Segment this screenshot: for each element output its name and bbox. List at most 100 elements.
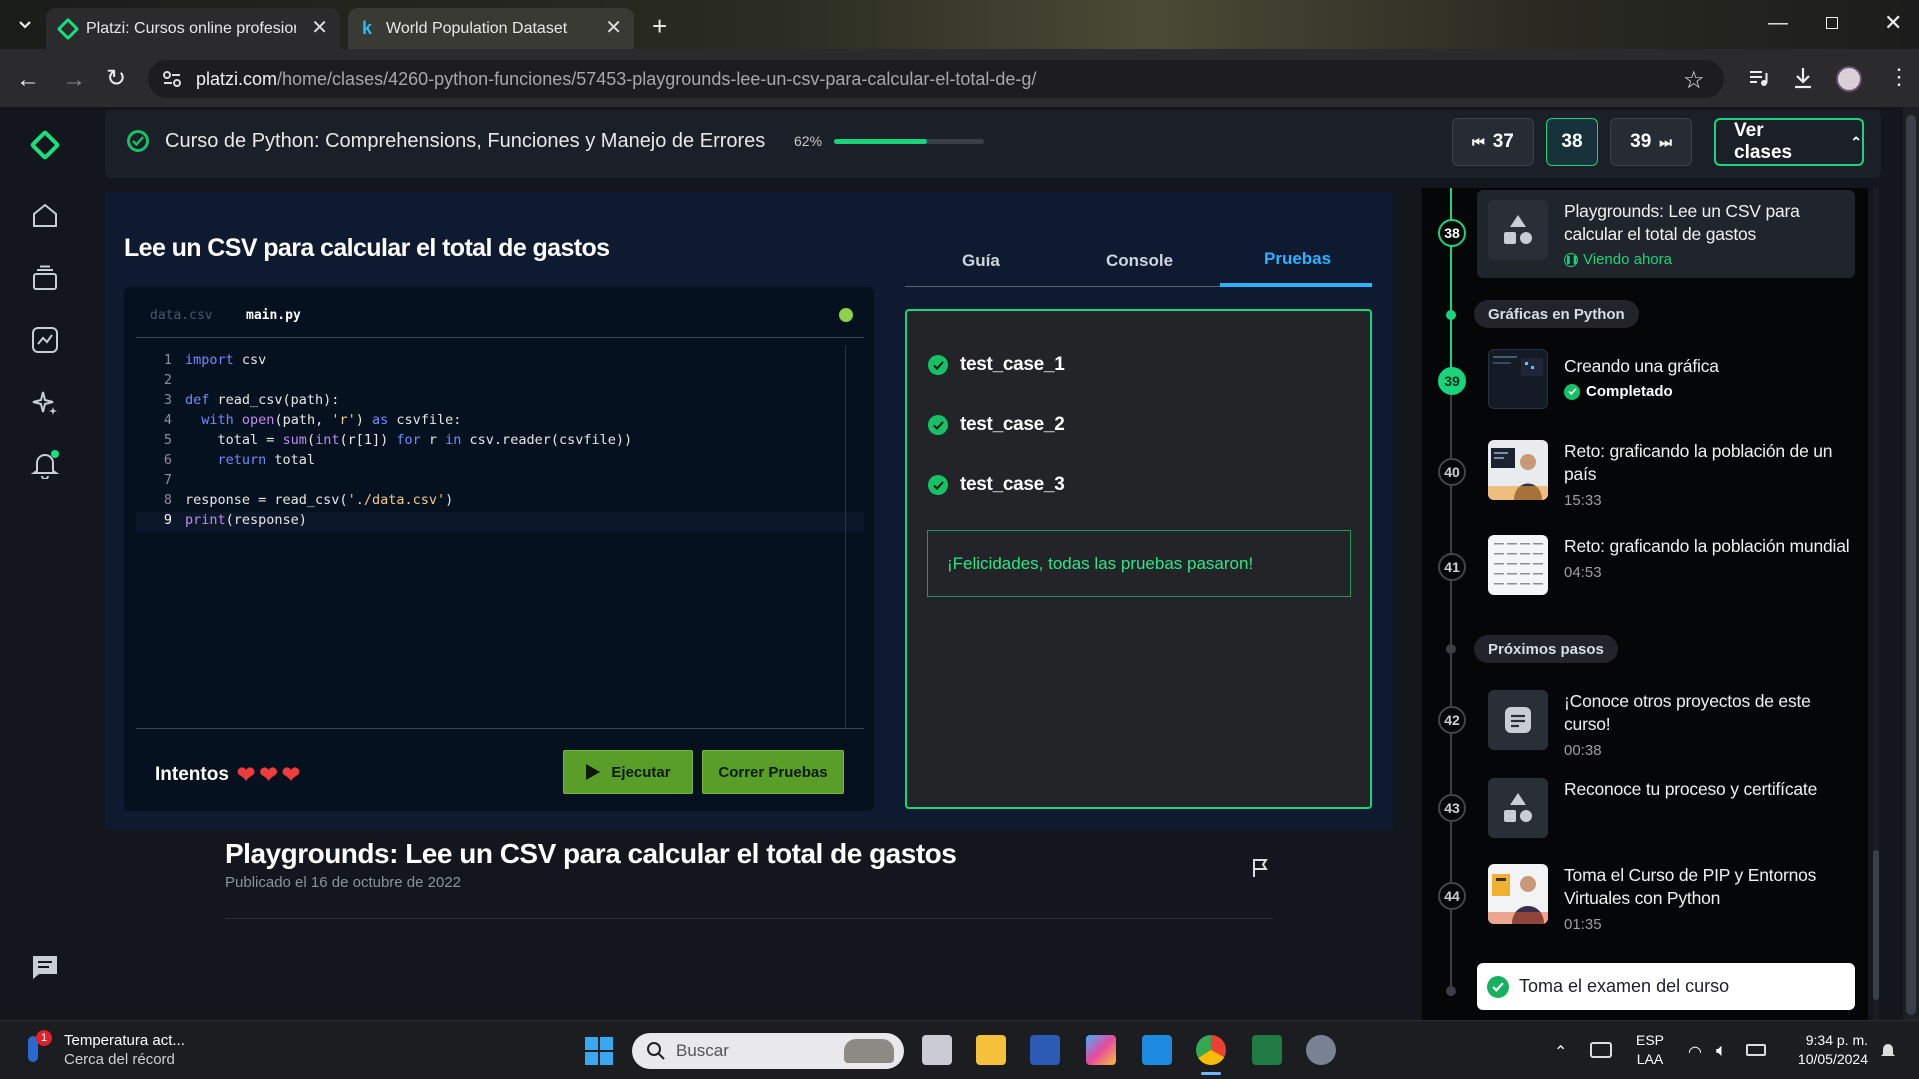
vscode-icon[interactable]	[1142, 1035, 1172, 1065]
tab-console[interactable]: Console	[1106, 251, 1173, 271]
class-number: 43	[1438, 794, 1466, 822]
notification-bell-icon[interactable]	[1880, 1041, 1896, 1059]
reload-button[interactable]: ↻	[106, 64, 126, 93]
left-navigation	[0, 107, 88, 1020]
editor-scrollbar-track[interactable]	[845, 346, 846, 728]
windows-start-icon[interactable]	[585, 1037, 613, 1065]
sidebar-item-43[interactable]: Reconoce tu proceso y certifícate	[1488, 778, 1860, 838]
weather-widget[interactable]: 1 Temperatura act... Cerca del récord	[24, 1030, 194, 1070]
class-duration: 04:53	[1564, 564, 1602, 581]
check-circle-icon	[928, 475, 948, 495]
browser-tab-kaggle[interactable]: k World Population Dataset ✕	[348, 8, 634, 49]
sidebar-item-40[interactable]: Reto: graficando la población de un país…	[1488, 440, 1860, 509]
chrome-icon[interactable]	[1196, 1035, 1226, 1065]
tab-search-button[interactable]	[14, 14, 36, 36]
profile-avatar[interactable]	[1836, 66, 1862, 92]
exam-button[interactable]: Toma el examen del curso	[1477, 963, 1855, 1010]
success-message-box: ¡Felicidades, todas las pruebas pasaron!	[927, 530, 1351, 597]
check-badge-icon	[1487, 975, 1509, 998]
clock[interactable]: 9:34 p. m. 10/05/2024	[1780, 1032, 1868, 1067]
sidebar-item-38[interactable]: Playgrounds: Lee un CSV para calcular el…	[1488, 200, 1860, 268]
chat-icon[interactable]	[31, 954, 59, 980]
timeline-line	[1450, 188, 1452, 376]
sidebar-item-41[interactable]: Reto: graficando la población mundial 04…	[1488, 535, 1860, 595]
current-class-button[interactable]: 38	[1546, 118, 1598, 166]
class-title: Reto: graficando la población de un país	[1564, 441, 1833, 484]
run-tests-button[interactable]: Correr Pruebas	[702, 750, 844, 794]
battery-icon[interactable]	[1746, 1044, 1766, 1056]
heart-icon: ❤	[236, 762, 256, 787]
class-duration: 15:33	[1564, 492, 1602, 509]
video-thumbnail-instructor	[1488, 864, 1548, 924]
sidebar-item-39[interactable]: Creando una gráfica Completado	[1488, 349, 1860, 409]
course-title[interactable]: Curso de Python: Comprehensions, Funcion…	[165, 130, 765, 153]
download-icon[interactable]	[1792, 66, 1814, 90]
close-tab-icon[interactable]: ✕	[311, 18, 328, 38]
wifi-icon[interactable]: ◠	[1688, 1042, 1702, 1062]
bookmark-star-icon[interactable]: ☆	[1683, 66, 1705, 95]
forward-button[interactable]: →	[62, 66, 86, 94]
media-icon[interactable]	[1748, 68, 1770, 88]
class-number: 42	[1438, 706, 1466, 734]
courses-icon[interactable]	[31, 265, 59, 291]
tab-pruebas[interactable]: Pruebas	[1264, 249, 1331, 269]
class-title: Playgrounds: Lee un CSV para calcular el…	[1564, 201, 1800, 244]
file-tab-data-csv[interactable]: data.csv	[150, 308, 213, 323]
lesson-published-date: Publicado el 16 de octubre de 2022	[225, 874, 462, 891]
sidebar-scrollbar-thumb[interactable]	[1873, 850, 1879, 1000]
heart-icon: ❤	[259, 762, 278, 787]
tray-chevron-up-icon[interactable]: ⌃	[1554, 1042, 1567, 1062]
file-tab-main-py[interactable]: main.py	[246, 308, 301, 323]
chart-grid-thumbnail	[1488, 535, 1548, 595]
task-view-icon[interactable]	[922, 1035, 952, 1065]
word-icon[interactable]	[1030, 1035, 1060, 1065]
shapes-icon	[1488, 778, 1548, 838]
window-close-icon[interactable]: ✕	[1884, 10, 1902, 36]
copilot-icon[interactable]	[1086, 1035, 1116, 1065]
file-explorer-icon[interactable]	[976, 1035, 1006, 1065]
playground-title: Lee un CSV para calcular el total de gas…	[124, 234, 610, 262]
tab-guia[interactable]: Guía	[962, 251, 1000, 271]
flag-icon[interactable]	[1252, 858, 1268, 878]
home-icon[interactable]	[31, 202, 59, 228]
class-duration: 00:38	[1564, 742, 1602, 759]
class-number: 44	[1438, 882, 1466, 910]
timeline-dot	[1446, 310, 1456, 320]
chrome-active-indicator	[1201, 1072, 1221, 1075]
taskbar-search[interactable]: Buscar	[632, 1033, 904, 1069]
progress-chart-icon[interactable]	[31, 326, 59, 354]
next-class-button[interactable]: 39 ⏭	[1610, 118, 1692, 166]
chevron-down-icon	[19, 21, 31, 29]
class-title: Reto: graficando la población mundial	[1564, 536, 1850, 556]
back-button[interactable]: ←	[16, 66, 40, 94]
class-number: 38	[1438, 219, 1466, 247]
excel-icon[interactable]	[1252, 1035, 1282, 1065]
language-indicator[interactable]: ESP LAA	[1636, 1032, 1664, 1067]
volume-icon[interactable]: 🔈︎	[1716, 1040, 1727, 1061]
check-circle-icon	[1564, 383, 1580, 400]
heart-icon: ❤	[281, 762, 301, 787]
network-status-icon[interactable]	[1590, 1042, 1612, 1058]
ver-clases-button[interactable]: Ver clases ⌃	[1714, 118, 1864, 166]
class-number: 39	[1438, 367, 1466, 395]
browser-tab-platzi[interactable]: Platzi: Cursos online profesiona ✕	[46, 8, 340, 49]
settings-icon[interactable]	[1306, 1035, 1336, 1065]
previous-class-button[interactable]: ⏮ 37	[1452, 118, 1534, 166]
sidebar-item-44[interactable]: Toma el Curso de PIP y Entornos Virtuale…	[1488, 864, 1860, 933]
new-tab-button[interactable]: +	[652, 11, 667, 42]
browser-menu-icon[interactable]: ⋮	[1888, 66, 1910, 88]
sidebar-item-42[interactable]: ¡Conoce otros proyectos de este curso! 0…	[1488, 690, 1860, 759]
restore-icon[interactable]	[1826, 17, 1838, 29]
notifications-bell-icon[interactable]	[31, 449, 61, 479]
page-scrollbar-thumb[interactable]	[1906, 115, 1916, 1015]
completed-status: Completado	[1564, 383, 1860, 400]
site-info-icon[interactable]	[160, 67, 184, 91]
run-button[interactable]: Ejecutar	[563, 750, 693, 794]
code-line-active: 9 print(response)	[136, 512, 864, 532]
sparkle-icon[interactable]	[31, 389, 59, 417]
test-item: test_case_2	[928, 414, 1065, 436]
close-tab-icon[interactable]: ✕	[605, 18, 622, 38]
class-number: 41	[1438, 553, 1466, 581]
minimize-icon[interactable]: —	[1768, 12, 1788, 35]
code-area[interactable]: 1 import csv 2 3 def read_csv(path): 4 wit…	[136, 346, 864, 730]
